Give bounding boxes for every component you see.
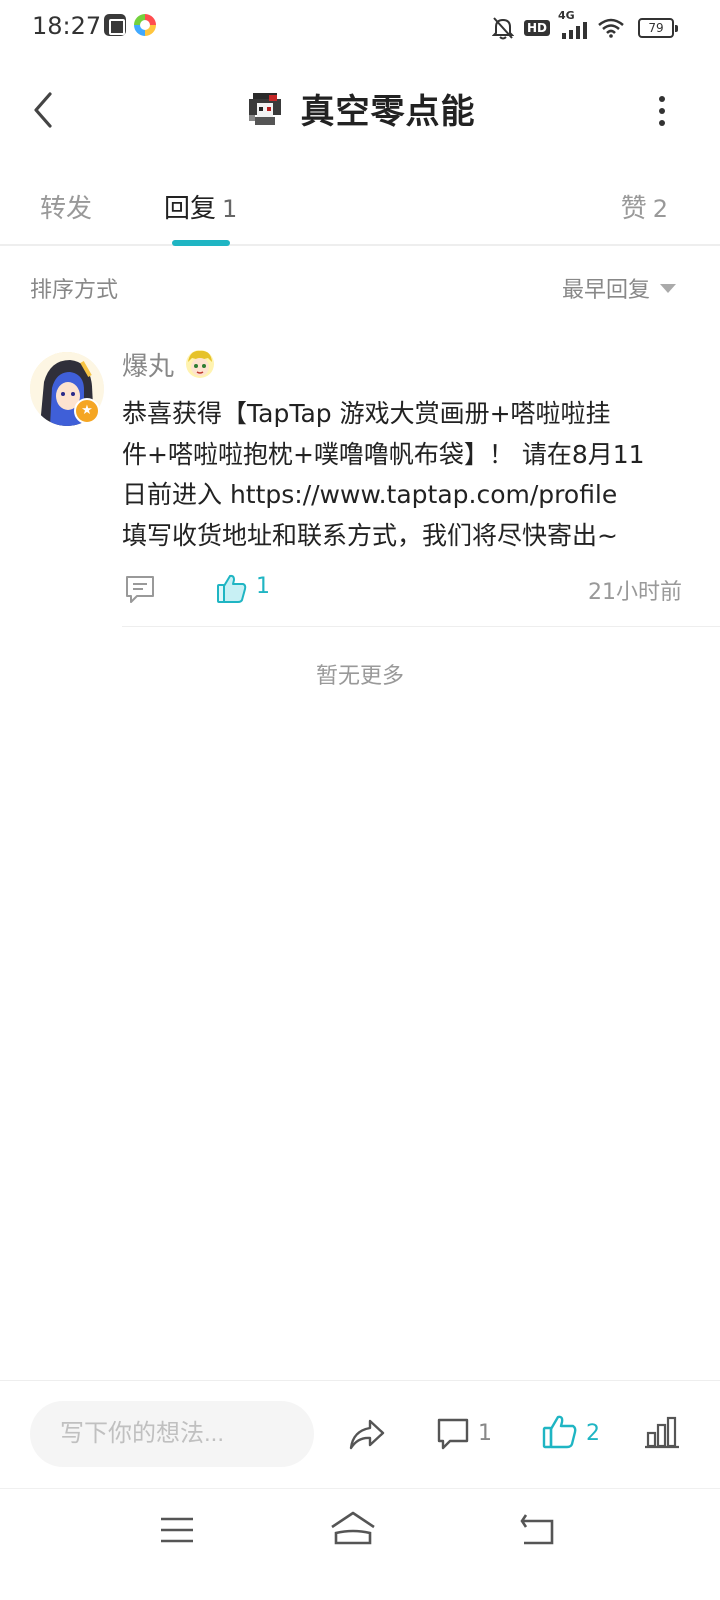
comment-item: ★ 爆丸 恭喜获得【TapTap 游戏大赏画册+嗒啦啦挂 件+嗒啦啦抱枕+噗噜噜… <box>0 340 720 630</box>
reply-input[interactable] <box>30 1401 314 1467</box>
bar-chart-icon[interactable] <box>644 1415 680 1449</box>
gallery-app-icon <box>104 14 126 36</box>
comment-icon[interactable] <box>436 1417 470 1451</box>
tab-count: 2 <box>652 195 668 223</box>
system-nav-bar <box>0 1488 720 1600</box>
pixel-avatar-icon <box>248 92 281 125</box>
back-nav-icon[interactable] <box>518 1509 558 1549</box>
sort-selected: 最早回复 <box>561 278 650 303</box>
user-emblem-icon <box>186 350 214 378</box>
star-badge-icon: ★ <box>74 398 100 424</box>
comment-line: 恭喜获得【TapTap 游戏大赏画册+嗒啦啦挂 <box>122 399 611 428</box>
tab-reply[interactable]: 回复 1 <box>164 188 237 225</box>
comment-time: 21小时前 <box>588 580 682 605</box>
comment-like-count: 1 <box>256 574 270 599</box>
comment-line[interactable]: 日前进入 https://www.taptap.com/profile <box>122 475 682 516</box>
divider <box>122 626 720 627</box>
mute-icon <box>491 17 514 40</box>
bottom-action-bar: 1 2 <box>0 1380 720 1488</box>
bottom-like-count: 2 <box>586 1421 600 1446</box>
more-vertical-icon[interactable] <box>656 96 668 128</box>
comment-line: 件+嗒啦啦抱枕+噗噜噜帆布袋】！ 请在8月11 <box>122 439 645 469</box>
comment-line: 填写收货地址和联系方式，我们将尽快寄出~ <box>122 520 618 550</box>
thumbs-up-icon[interactable] <box>542 1413 578 1449</box>
caret-down-icon <box>660 283 676 293</box>
tab-label: 回复 <box>164 194 217 224</box>
sort-row: 排序方式 最早回复 <box>0 268 720 308</box>
comment-actions: 1 21小时前 <box>122 572 682 612</box>
status-bar: 18:27 HD 4G 79 <box>0 0 720 56</box>
bottom-comment-count: 1 <box>478 1421 492 1446</box>
sort-label: 排序方式 <box>30 278 119 303</box>
tab-repost[interactable]: 转发 <box>40 188 92 225</box>
title-group: 真空零点能 <box>0 84 720 133</box>
browser-app-icon <box>134 14 156 36</box>
hd-badge: HD <box>523 20 550 36</box>
battery-icon: 79 <box>638 18 678 38</box>
share-icon[interactable] <box>348 1417 386 1451</box>
sort-dropdown[interactable]: 最早回复 <box>562 272 676 304</box>
tab-bar: 转发 回复 1 赞2 <box>0 180 720 246</box>
wifi-icon <box>598 18 624 38</box>
signal-icon <box>562 22 587 39</box>
tab-label: 赞 <box>620 194 647 224</box>
thumbs-up-icon[interactable] <box>216 572 248 604</box>
home-icon[interactable] <box>328 1509 378 1547</box>
tab-label: 转发 <box>40 194 93 224</box>
no-more-text: 暂无更多 <box>315 664 404 689</box>
status-time: 18:27 <box>32 12 102 40</box>
battery-level: 79 <box>648 21 664 35</box>
network-label: 4G <box>558 9 575 22</box>
tab-count: 1 <box>222 195 238 223</box>
menu-icon[interactable] <box>158 1513 196 1547</box>
comment-body: 恭喜获得【TapTap 游戏大赏画册+嗒啦啦挂 件+嗒啦啦抱枕+噗噜噜帆布袋】！… <box>122 394 682 556</box>
page-title: 真空零点能 <box>300 92 476 132</box>
reply-icon[interactable] <box>124 574 156 604</box>
page-header: 真空零点能 <box>0 60 720 160</box>
active-tab-indicator <box>172 240 230 246</box>
tab-like[interactable]: 赞2 <box>621 188 668 225</box>
signal-group: 4G <box>558 9 588 39</box>
comment-username[interactable]: 爆丸 <box>122 346 174 383</box>
